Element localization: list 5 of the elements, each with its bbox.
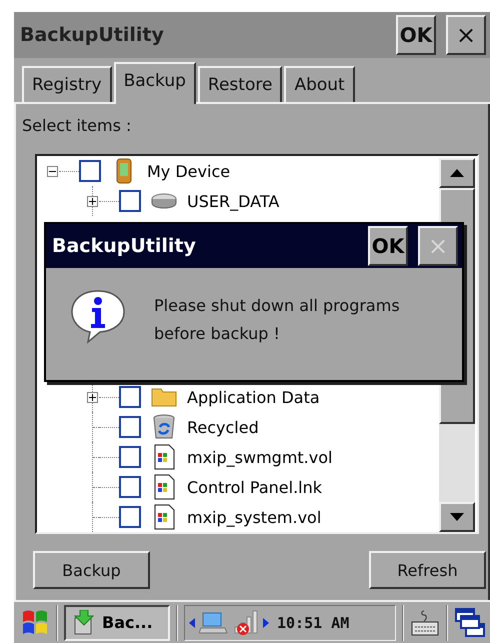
dialog-message: Please shut down all programs before backup ! — [154, 295, 401, 345]
select-items-label: Select items : — [21, 115, 132, 135]
window-title: BackupUtility — [20, 24, 165, 46]
dialog-title: BackupUtility — [52, 235, 197, 257]
taskbar-app-label: Bac... — [102, 613, 153, 632]
